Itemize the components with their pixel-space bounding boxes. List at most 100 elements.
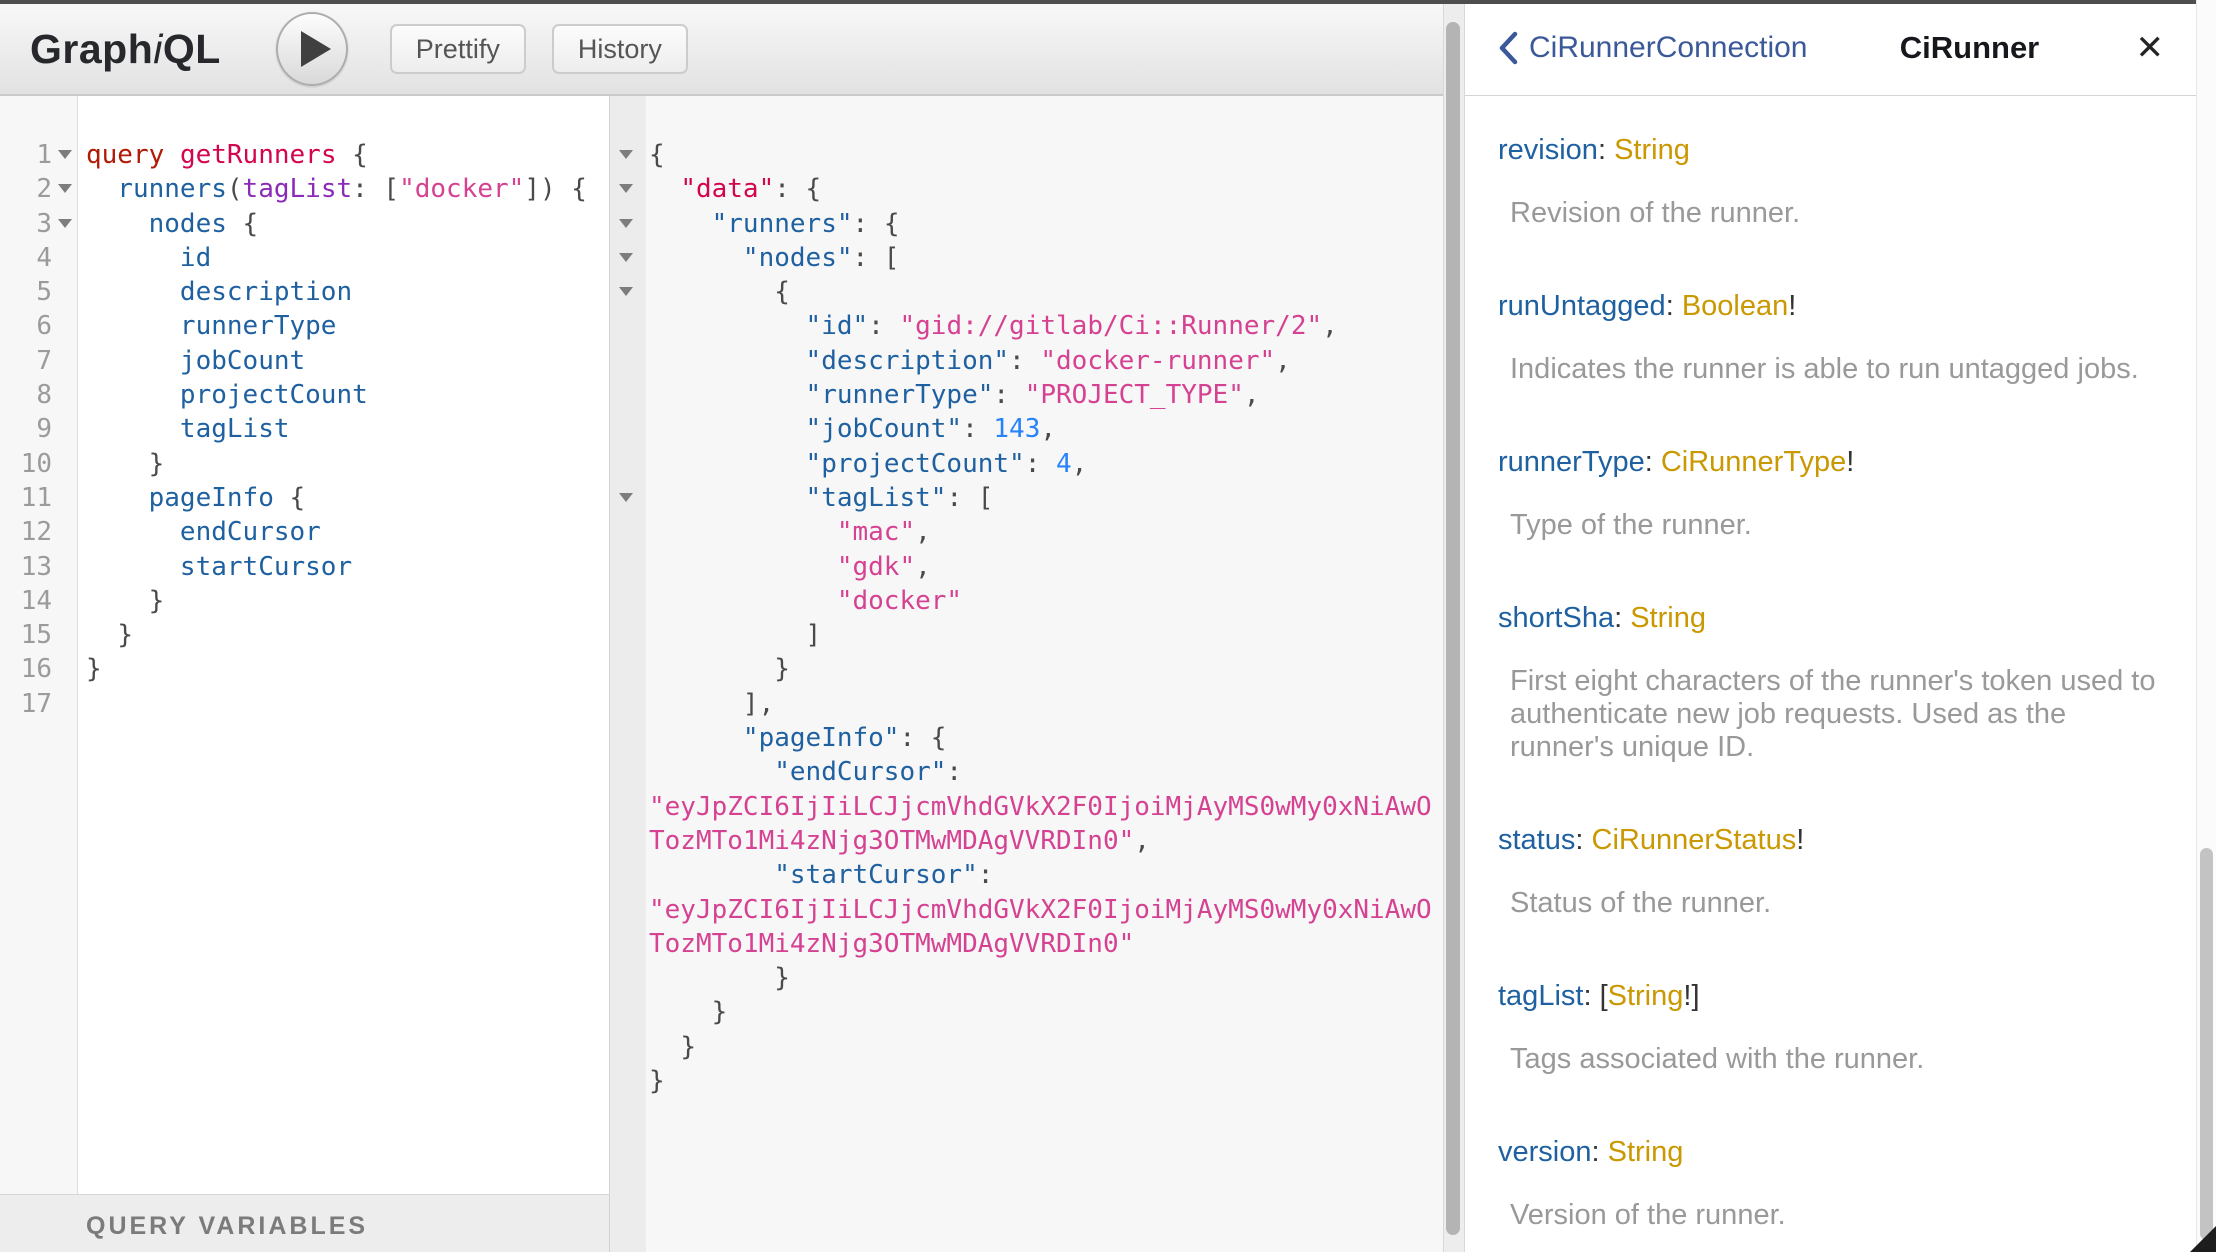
- fold-arrow-icon[interactable]: [58, 184, 72, 194]
- doc-field-signature: runnerType: CiRunnerType!: [1498, 442, 2160, 482]
- line-number: 13: [20, 551, 52, 582]
- doc-field-name-link[interactable]: version: [1498, 1136, 1592, 1168]
- doc-type-link[interactable]: String: [1608, 980, 1684, 1012]
- fold-arrow-icon[interactable]: [619, 252, 633, 262]
- doc-field-name-link[interactable]: revision: [1498, 134, 1598, 166]
- code-line: {: [649, 138, 1432, 172]
- code-line[interactable]: query getRunners {: [86, 138, 587, 172]
- code-token: description: [179, 277, 353, 308]
- query-code[interactable]: query getRunners { runners(tagList: ["do…: [86, 138, 587, 721]
- execute-query-button[interactable]: [275, 12, 348, 86]
- code-token: {: [273, 482, 306, 513]
- fold-arrow-icon[interactable]: [619, 150, 633, 159]
- code-line[interactable]: id: [86, 241, 587, 275]
- code-line[interactable]: }: [86, 584, 587, 618]
- code-token: query: [86, 140, 165, 170]
- pane-divider-thumb[interactable]: [1446, 22, 1460, 1235]
- doc-type-link[interactable]: String: [1614, 134, 1690, 166]
- gutter-row: [610, 412, 646, 446]
- query-variables-panel[interactable]: QUERY VARIABLES: [0, 1194, 609, 1252]
- code-token: "endCursor": [774, 757, 947, 788]
- line-number: 16: [20, 654, 52, 685]
- code-line[interactable]: endCursor: [86, 515, 587, 549]
- doc-field-signature: tagList: [String!]: [1498, 976, 2160, 1016]
- gutter-row: [610, 790, 646, 824]
- query-variables-title[interactable]: QUERY VARIABLES: [86, 1212, 609, 1241]
- code-line[interactable]: description: [86, 275, 587, 309]
- gutter-row: 6: [0, 309, 77, 343]
- doc-field-name-link[interactable]: runnerType: [1498, 446, 1645, 478]
- doc-field-name-link[interactable]: tagList: [1498, 980, 1583, 1012]
- code-line[interactable]: jobCount: [86, 344, 587, 378]
- code-line[interactable]: startCursor: [86, 550, 587, 584]
- code-line[interactable]: runners(tagList: ["docker"]) {: [86, 172, 587, 206]
- code-line: "runnerType": "PROJECT_TYPE",: [649, 378, 1432, 412]
- code-line[interactable]: }: [86, 618, 587, 652]
- code-line[interactable]: pageInfo {: [86, 481, 587, 515]
- doc-sig-punctuation: :: [1614, 602, 1631, 634]
- doc-back-link[interactable]: CiRunnerConnection: [1497, 31, 1808, 65]
- code-token: ]: [805, 620, 822, 651]
- code-line: {: [649, 275, 1432, 309]
- code-line: "jobCount": 143,: [649, 412, 1432, 446]
- code-token: :: [868, 311, 900, 342]
- code-line: }: [649, 1064, 1432, 1098]
- code-line[interactable]: runnerType: [86, 309, 587, 343]
- doc-type-link[interactable]: CiRunnerType: [1661, 446, 1846, 478]
- gutter-row: [610, 1030, 646, 1064]
- fold-arrow-icon[interactable]: [619, 287, 633, 297]
- doc-field-name-link[interactable]: shortSha: [1498, 602, 1614, 634]
- code-token: tagList: [179, 414, 290, 445]
- code-token: :: [993, 380, 1025, 411]
- doc-field-description: Version of the runner.: [1510, 1199, 1786, 1231]
- line-number: 7: [36, 345, 52, 376]
- gutter-row: [610, 893, 646, 927]
- fold-arrow-icon[interactable]: [58, 218, 72, 228]
- doc-type-link[interactable]: Boolean: [1682, 290, 1788, 322]
- doc-field-name-link[interactable]: status: [1498, 824, 1575, 856]
- line-number: 8: [36, 380, 52, 411]
- code-line: "projectCount": 4,: [649, 447, 1432, 481]
- code-token: TozMTo1Mi4zNjg3OTMwMDAgVVRDIn0": [649, 825, 1135, 856]
- gutter-row: [610, 241, 646, 275]
- code-token: tagList: [242, 174, 353, 205]
- code-token: pageInfo: [148, 482, 274, 513]
- doc-field-name-link[interactable]: runUntagged: [1498, 290, 1666, 322]
- code-line[interactable]: tagList: [86, 412, 587, 446]
- doc-scrollbar-thumb[interactable]: [2200, 848, 2213, 1240]
- prettify-button[interactable]: Prettify: [389, 24, 526, 74]
- doc-field-signature: status: CiRunnerStatus!: [1498, 820, 2160, 860]
- doc-explorer-header: CiRunnerConnection CiRunner ✕: [1465, 0, 2196, 96]
- doc-sig-punctuation: :: [1597, 134, 1615, 166]
- code-line[interactable]: projectCount: [86, 378, 587, 412]
- history-button[interactable]: History: [551, 24, 688, 74]
- doc-type-link[interactable]: String: [1630, 602, 1706, 634]
- doc-type-link[interactable]: CiRunnerStatus: [1592, 824, 1797, 856]
- query-editor[interactable]: 1 2 3 4 5 6 7 8 9 10 11 12 13 14 15 16 17 query getRunne…: [0, 96, 609, 1194]
- code-line[interactable]: nodes {: [86, 207, 587, 241]
- doc-type-link[interactable]: String: [1608, 1136, 1684, 1168]
- code-token: 143: [993, 414, 1041, 445]
- graphiql-logo: GraphiQL: [30, 26, 221, 73]
- code-token: ,: [1040, 414, 1057, 445]
- gutter-row: [610, 652, 646, 686]
- fold-arrow-icon[interactable]: [58, 150, 72, 159]
- code-token: "nodes": [742, 242, 853, 273]
- gutter-row: [610, 207, 646, 241]
- gutter-row: [610, 481, 646, 515]
- doc-field-signature: revision: String: [1498, 130, 2160, 170]
- code-line: "endCursor":: [649, 755, 1432, 789]
- gutter-row: [610, 995, 646, 1029]
- code-token: ,: [1071, 448, 1088, 479]
- code-token: : [: [852, 242, 900, 273]
- code-token: "pageInfo": [742, 723, 900, 754]
- gutter-row: 15: [0, 618, 77, 652]
- code-line[interactable]: [86, 687, 587, 721]
- fold-arrow-icon[interactable]: [619, 184, 633, 194]
- code-line[interactable]: }: [86, 652, 587, 686]
- fold-arrow-icon[interactable]: [619, 492, 633, 502]
- close-icon[interactable]: ✕: [2132, 28, 2169, 68]
- fold-arrow-icon[interactable]: [619, 218, 633, 228]
- gutter-row: 8: [0, 378, 77, 412]
- code-line[interactable]: }: [86, 447, 587, 481]
